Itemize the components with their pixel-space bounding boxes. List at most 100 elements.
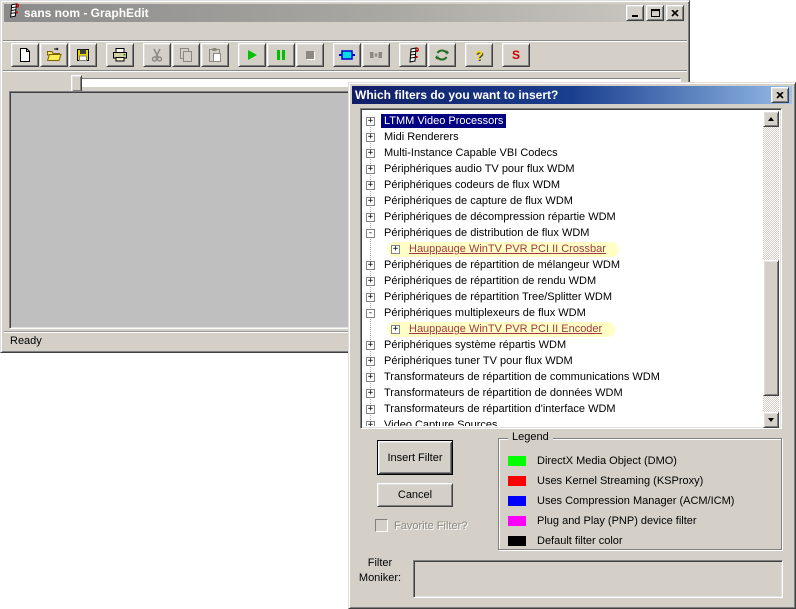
tree-item-label[interactable]: LTMM Video Processors: [381, 114, 506, 128]
tree-item-label[interactable]: Périphériques de répartition Tree/Splitt…: [381, 290, 615, 304]
s-button[interactable]: S: [502, 43, 530, 67]
filter-moniker-box[interactable]: [413, 560, 783, 598]
tree-item-label[interactable]: Transformateurs de répartition de donnée…: [381, 386, 626, 400]
tree-item[interactable]: + Transformateurs de répartition de donn…: [363, 385, 763, 401]
help-icon: ?: [475, 49, 483, 62]
menu-item[interactable]: [93, 31, 107, 33]
insert-filter-toolbar-button[interactable]: [333, 43, 361, 67]
tree-item-label[interactable]: Hauppauge WinTV PVR PCI II Encoder: [406, 322, 605, 336]
tree-item-label[interactable]: Multi-Instance Capable VBI Codecs: [381, 146, 561, 160]
insert-filter-button[interactable]: Insert Filter: [377, 440, 453, 475]
expand-toggle-icon[interactable]: +: [366, 277, 375, 286]
tree-item[interactable]: + Périphériques codeurs de flux WDM: [363, 177, 763, 193]
tree-item-label[interactable]: Périphériques système répartis WDM: [381, 338, 569, 352]
tree-item[interactable]: - Périphériques de distribution de flux …: [363, 225, 763, 241]
menu-item[interactable]: [9, 31, 23, 33]
tree-item-label[interactable]: Périphériques de décompression répartie …: [381, 210, 619, 224]
tree-item[interactable]: + Périphériques de répartition de rendu …: [363, 273, 763, 289]
print-button[interactable]: [106, 43, 134, 67]
expand-toggle-icon[interactable]: +: [366, 149, 375, 158]
help-button[interactable]: ?: [465, 43, 493, 67]
cancel-button[interactable]: Cancel: [377, 483, 453, 507]
expand-toggle-icon[interactable]: -: [366, 309, 375, 318]
refresh-button[interactable]: [428, 43, 456, 67]
filter-tree-listbox: + LTMM Video Processors + Midi Renderers…: [360, 108, 782, 429]
tree-item[interactable]: + Transformateurs de répartition d'inter…: [363, 401, 763, 417]
tree-item[interactable]: + LTMM Video Processors: [363, 113, 763, 129]
open-button[interactable]: [40, 43, 68, 67]
favorite-filter-checkbox[interactable]: [375, 519, 388, 532]
cut-button[interactable]: [143, 43, 171, 67]
legend-label: Uses Compression Manager (ACM/ICM): [537, 495, 734, 507]
tree-item[interactable]: + Video Capture Sources: [363, 417, 763, 426]
expand-toggle-icon[interactable]: +: [366, 261, 375, 270]
tree-item-label[interactable]: Périphériques audio TV pour flux WDM: [381, 162, 578, 176]
tree-item-label[interactable]: Midi Renderers: [381, 130, 462, 144]
tree-item[interactable]: + Multi-Instance Capable VBI Codecs: [363, 145, 763, 161]
minimize-button[interactable]: [626, 5, 644, 21]
s-icon: S: [512, 49, 520, 61]
dialog-close-button[interactable]: [771, 87, 789, 103]
expand-toggle-icon[interactable]: +: [366, 389, 375, 398]
scrollbar-thumb[interactable]: [763, 260, 779, 396]
graphedit-logo-button[interactable]: [399, 43, 427, 67]
stop-button[interactable]: [296, 43, 324, 67]
expand-toggle-icon[interactable]: +: [366, 213, 375, 222]
expand-toggle-icon[interactable]: +: [366, 181, 375, 190]
expand-toggle-icon[interactable]: +: [366, 357, 375, 366]
tree-item[interactable]: + Périphériques tuner TV pour flux WDM: [363, 353, 763, 369]
vertical-scrollbar[interactable]: [763, 111, 779, 428]
disconnect-button[interactable]: [362, 43, 390, 67]
tree-item-label[interactable]: Périphériques de répartition de rendu WD…: [381, 274, 599, 288]
paste-button[interactable]: [201, 43, 229, 67]
expand-toggle-icon[interactable]: +: [366, 117, 375, 126]
tree-item[interactable]: + Périphériques de décompression réparti…: [363, 209, 763, 225]
seek-trackbar-thumb[interactable]: [71, 75, 82, 92]
expand-toggle-icon[interactable]: -: [366, 229, 375, 238]
copy-button[interactable]: [172, 43, 200, 67]
tree-item[interactable]: + Périphériques système répartis WDM: [363, 337, 763, 353]
tree-item[interactable]: + Transformateurs de répartition de comm…: [363, 369, 763, 385]
expand-toggle-icon[interactable]: +: [366, 293, 375, 302]
tree-item[interactable]: + Hauppauge WinTV PVR PCI II Crossbar: [363, 241, 763, 257]
tree-item-label[interactable]: Périphériques de répartition de mélangeu…: [381, 258, 623, 272]
tree-item-label[interactable]: Video Capture Sources: [381, 418, 501, 426]
tree-item-label[interactable]: Périphériques codeurs de flux WDM: [381, 178, 563, 192]
close-button[interactable]: [666, 5, 684, 21]
tree-item[interactable]: - Périphériques multiplexeurs de flux WD…: [363, 305, 763, 321]
play-button[interactable]: [238, 43, 266, 67]
menu-item[interactable]: [37, 31, 51, 33]
tree-item-label[interactable]: Périphériques de capture de flux WDM: [381, 194, 576, 208]
tree-item-label[interactable]: Périphériques multiplexeurs de flux WDM: [381, 306, 589, 320]
expand-toggle-icon[interactable]: +: [391, 245, 400, 254]
maximize-button[interactable]: [646, 5, 664, 21]
tree-item[interactable]: + Hauppauge WinTV PVR PCI II Encoder: [363, 321, 763, 337]
tree-item-label[interactable]: Transformateurs de répartition de commun…: [381, 370, 663, 384]
menu-item[interactable]: [51, 31, 65, 33]
tree-item[interactable]: + Périphériques de capture de flux WDM: [363, 193, 763, 209]
menu-item[interactable]: [23, 31, 37, 33]
expand-toggle-icon[interactable]: +: [366, 373, 375, 382]
expand-toggle-icon[interactable]: +: [366, 421, 375, 427]
tree-item-label[interactable]: Hauppauge WinTV PVR PCI II Crossbar: [406, 242, 609, 256]
save-button[interactable]: [69, 43, 97, 67]
tree-item[interactable]: + Périphériques audio TV pour flux WDM: [363, 161, 763, 177]
tree-item[interactable]: + Périphériques de répartition de mélang…: [363, 257, 763, 273]
tree-item-label[interactable]: Périphériques de distribution de flux WD…: [381, 226, 592, 240]
menu-item[interactable]: [79, 31, 93, 33]
tree-item[interactable]: + Périphériques de répartition Tree/Spli…: [363, 289, 763, 305]
scroll-down-button[interactable]: [763, 412, 779, 428]
tree-item[interactable]: + Midi Renderers: [363, 129, 763, 145]
expand-toggle-icon[interactable]: +: [366, 405, 375, 414]
expand-toggle-icon[interactable]: +: [391, 325, 400, 334]
expand-toggle-icon[interactable]: +: [366, 197, 375, 206]
expand-toggle-icon[interactable]: +: [366, 133, 375, 142]
new-button[interactable]: [11, 43, 39, 67]
expand-toggle-icon[interactable]: +: [366, 165, 375, 174]
menu-item[interactable]: [65, 31, 79, 33]
expand-toggle-icon[interactable]: +: [366, 341, 375, 350]
tree-item-label[interactable]: Périphériques tuner TV pour flux WDM: [381, 354, 576, 368]
tree-item-label[interactable]: Transformateurs de répartition d'interfa…: [381, 402, 619, 416]
scroll-up-button[interactable]: [763, 111, 779, 127]
pause-button[interactable]: [267, 43, 295, 67]
